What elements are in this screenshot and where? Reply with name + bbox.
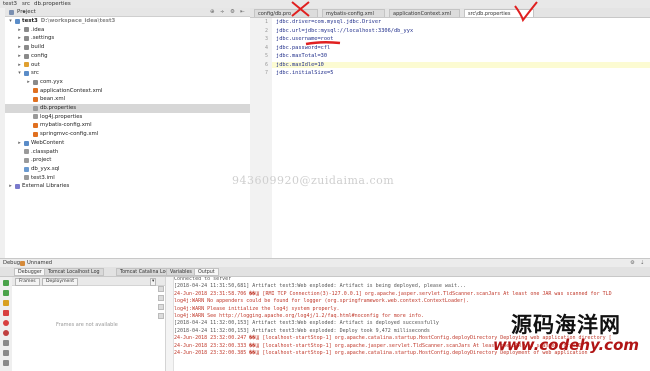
debug-label: Debug [3,260,21,266]
frames-toolbar [157,286,165,371]
red-underline-mark [305,40,341,46]
watermark-text: 943609920@zuidaima.com [232,174,395,187]
red-check-mark [514,1,538,23]
view-breakpoints-icon[interactable] [3,320,9,326]
site-watermark: 源码海洋网 www.codehy.com [486,314,646,354]
mute-breakpoints-icon[interactable] [3,330,9,336]
debug-tab-label: Debugger [18,270,42,275]
settings-icon[interactable] [3,350,9,356]
tab-output[interactable]: Output [194,268,219,276]
filter-icon[interactable] [158,304,164,310]
arrow-up-icon[interactable] [158,286,164,292]
debug-tab-label: Tomcat Localhost Log [48,270,100,275]
frames-empty-message: Frames are not available [56,322,118,328]
stop-icon[interactable] [3,310,9,316]
console-line: 24-Jun-2018 23:31:58.706 ��Ϣ [RMI TCP Co… [174,290,612,297]
debug-config-name[interactable]: Unnamed [27,259,52,267]
tab-deployment[interactable]: Deployment [42,278,79,286]
brand-chinese-name: 源码海洋网 [511,313,621,337]
console-line: [2018-04-24 11:32:00,153] Artifact test3… [174,320,439,327]
frames-header: Frames Deployment ▾ [12,277,165,286]
console-line: log4j:WARN Please initialize the log4j s… [174,305,340,312]
rerun-icon[interactable] [3,280,9,286]
debug-tab-label: Tomcat Catalina Log [120,270,169,275]
chevron-down-icon[interactable]: ▾ [150,278,157,286]
debug-tab[interactable]: Tomcat Localhost Log [44,268,104,276]
tab-variables[interactable]: Variables [166,268,196,276]
camera-icon[interactable] [3,340,9,346]
pin-icon[interactable] [3,360,9,366]
console-toolbar [166,277,174,371]
arrow-down-icon[interactable] [158,295,164,301]
tab-frames[interactable]: Frames [15,278,40,286]
pause-icon[interactable] [3,300,9,306]
resume-icon[interactable] [3,290,9,296]
console-line: [2018-04-24 11:32:00,153] Artifact test3… [174,327,430,334]
red-x-mark [291,1,310,17]
brand-url: www.codehy.com [492,336,640,354]
tomcat-icon [20,260,25,266]
hide-panel-icon[interactable]: ⇣ [640,259,644,267]
console-line: log4j:WARN See http://logging.apache.org… [174,313,424,319]
annotation-overlay [291,1,538,46]
debug-tab-row: Debugger Tomcat Localhost Log Tomcat Catal… [0,267,650,277]
debug-tab[interactable]: Tomcat Catalina Log [116,268,173,276]
debug-tab[interactable]: Debugger [14,268,46,276]
frames-panel: Frames Deployment ▾ Frames are not avail… [12,277,166,371]
console-line: [2018-04-24 11:31:50,681] Artifact test3… [174,283,466,290]
console-line: log4j:WARN No appenders could be found f… [174,298,470,305]
console-line: Connected to server [174,277,232,282]
export-icon[interactable] [158,313,164,319]
settings-gear-icon[interactable]: ⚙ [630,259,635,267]
